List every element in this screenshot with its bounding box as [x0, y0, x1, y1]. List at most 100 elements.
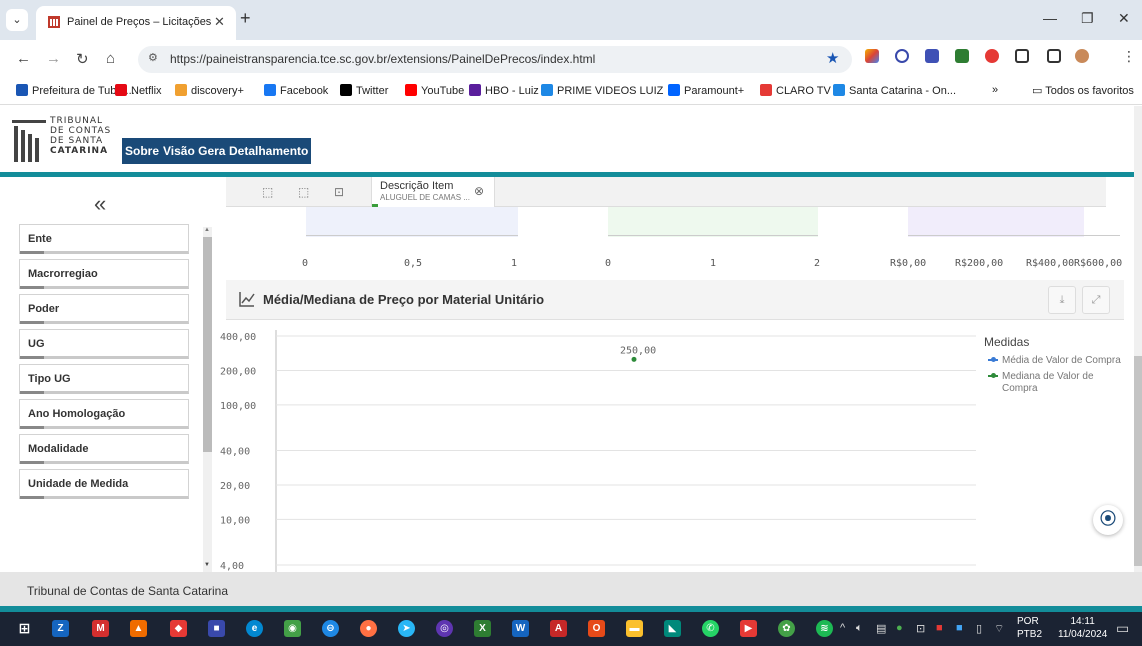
- legend-item-media[interactable]: Média de Valor de Compra: [984, 355, 1124, 367]
- download-icon[interactable]: ⤓: [1048, 286, 1076, 314]
- word-app-icon[interactable]: W: [512, 620, 529, 637]
- zoom-app-icon[interactable]: Z: [52, 620, 69, 637]
- profile-avatar-icon[interactable]: [1075, 49, 1089, 63]
- filter-tipo-ug[interactable]: Tipo UG: [19, 364, 189, 394]
- filter-ente[interactable]: Ente: [19, 224, 189, 254]
- windows-start-icon[interactable]: ⊞: [16, 620, 33, 637]
- bookmark-item[interactable]: CLARO TV: [760, 84, 831, 97]
- all-bookmarks-folder[interactable]: ▭ Todos os favoritos: [1032, 84, 1134, 97]
- app-icon[interactable]: ■: [208, 620, 225, 637]
- wifi-icon[interactable]: ⌔: [994, 622, 1004, 636]
- chart-plot[interactable]: 400,00 200,00 100,00 40,00 20,00 10,00 4,00 250…: [216, 320, 976, 572]
- extension-icon[interactable]: [865, 49, 879, 63]
- scroll-up-icon[interactable]: ▲: [204, 227, 210, 233]
- tab-visao-geral[interactable]: Visão Geral: [160, 138, 232, 164]
- app-icon[interactable]: ◣: [664, 620, 681, 637]
- chat-assistant-icon[interactable]: ⦿: [1093, 505, 1123, 535]
- extension-icon[interactable]: [955, 49, 969, 63]
- close-window-icon[interactable]: ✕: [1118, 10, 1130, 27]
- bookmark-star-icon[interactable]: ★: [826, 49, 839, 67]
- bookmark-item[interactable]: Twitter: [340, 84, 388, 97]
- app-icon[interactable]: ◆: [170, 620, 187, 637]
- chrome-app-icon[interactable]: ◉: [284, 620, 301, 637]
- tab-close-icon[interactable]: ✕: [214, 14, 225, 30]
- site-info-icon[interactable]: ⚙: [148, 51, 158, 64]
- spotify-app-icon[interactable]: ≋: [816, 620, 833, 637]
- edge-app-icon[interactable]: e: [246, 620, 263, 637]
- extension-icon[interactable]: [895, 49, 909, 63]
- expand-icon[interactable]: ⤢: [1082, 286, 1110, 314]
- extensions-puzzle-icon[interactable]: [1015, 49, 1029, 63]
- app-icon[interactable]: ⊖: [322, 620, 339, 637]
- tab-sobre[interactable]: Sobre: [122, 138, 163, 164]
- bookmark-item[interactable]: Paramount+: [668, 84, 744, 97]
- bookmark-item[interactable]: Netflix: [115, 84, 162, 97]
- telegram-app-icon[interactable]: ➤: [398, 620, 415, 637]
- input-language[interactable]: POR PTB2: [1017, 615, 1042, 641]
- bookmarks-overflow-button[interactable]: »: [992, 84, 998, 96]
- clock[interactable]: 14:11 11/04/2024: [1058, 615, 1107, 641]
- bookmark-item[interactable]: YouTube: [405, 84, 464, 97]
- tray-icon[interactable]: ⊡: [916, 622, 925, 635]
- app-icon[interactable]: ✿: [778, 620, 795, 637]
- reload-icon[interactable]: ↻: [76, 50, 89, 68]
- filter-macrorregiao[interactable]: Macrorregiao: [19, 259, 189, 289]
- main-scroll-thumb[interactable]: [1134, 356, 1142, 566]
- bookmark-item[interactable]: PRIME VIDEOS LUIZ: [541, 84, 663, 97]
- tray-icon[interactable]: ■: [956, 622, 963, 634]
- tab-detalhamento[interactable]: Detalhamento: [226, 138, 312, 164]
- bookmark-item[interactable]: Facebook: [264, 84, 328, 97]
- sidebar-scrollbar[interactable]: ▲ ▼: [203, 227, 212, 572]
- bookmark-item[interactable]: Santa Catarina - On...: [833, 84, 956, 97]
- tce-sc-logo[interactable]: TRIBUNAL DE CONTAS DE SANTA CATARINA: [12, 116, 120, 166]
- tray-icon[interactable]: ■: [936, 622, 943, 634]
- sidebar-scroll-thumb[interactable]: [203, 237, 212, 452]
- step-forward-icon[interactable]: ⬚: [298, 185, 309, 199]
- mail-app-icon[interactable]: M: [92, 620, 109, 637]
- browser-tab-active[interactable]: Painel de Preços – Licitações ✕: [36, 6, 236, 40]
- filter-ug[interactable]: UG: [19, 329, 189, 359]
- extension-icon[interactable]: [925, 49, 939, 63]
- extension-icon[interactable]: [985, 49, 999, 63]
- back-icon[interactable]: ←: [16, 50, 31, 67]
- filter-modalidade[interactable]: Modalidade: [19, 434, 189, 464]
- browser-menu-icon[interactable]: ⋮: [1122, 48, 1136, 65]
- filter-unidade-de-medida[interactable]: Unidade de Medida: [19, 469, 189, 499]
- bookmark-item[interactable]: discovery+: [175, 84, 244, 97]
- tray-icon[interactable]: ▤: [876, 622, 886, 635]
- file-explorer-icon[interactable]: ▬: [626, 620, 643, 637]
- step-back-icon[interactable]: ⬚: [262, 185, 273, 199]
- clear-selections-icon[interactable]: ⊡: [334, 185, 344, 199]
- volume-icon[interactable]: 🔈︎: [856, 622, 863, 635]
- filter-ano-homologacao[interactable]: Ano Homologação: [19, 399, 189, 429]
- firefox-app-icon[interactable]: ●: [360, 620, 377, 637]
- pdf-app-icon[interactable]: A: [550, 620, 567, 637]
- forward-icon[interactable]: →: [46, 50, 61, 67]
- tray-icon[interactable]: ●: [896, 622, 903, 634]
- legend-item-mediana[interactable]: Mediana de Valor de Compra: [984, 371, 1124, 395]
- home-icon[interactable]: ⌂: [106, 50, 115, 67]
- bookmark-item[interactable]: HBO - Luiz: [469, 84, 539, 97]
- tab-list-dropdown-icon[interactable]: ⌄: [6, 9, 28, 31]
- main-scrollbar[interactable]: [1134, 106, 1142, 572]
- url-field[interactable]: ⚙ https://paineistransparencia.tce.sc.go…: [138, 46, 852, 73]
- filter-poder[interactable]: Poder: [19, 294, 189, 324]
- office-app-icon[interactable]: O: [588, 620, 605, 637]
- youtube-app-icon[interactable]: ▶: [740, 620, 757, 637]
- restore-icon[interactable]: ❐: [1081, 10, 1094, 27]
- battery-icon[interactable]: ▯: [976, 622, 982, 635]
- tray-overflow-icon[interactable]: ^: [840, 622, 845, 634]
- data-point[interactable]: [631, 356, 637, 362]
- whatsapp-app-icon[interactable]: ✆: [702, 620, 719, 637]
- notifications-icon[interactable]: ▭: [1116, 620, 1129, 637]
- clear-selection-icon[interactable]: ⊗: [474, 184, 484, 198]
- new-tab-icon[interactable]: +: [240, 8, 251, 29]
- minimize-icon[interactable]: —: [1043, 10, 1057, 26]
- vlc-app-icon[interactable]: ▲: [130, 620, 147, 637]
- sidebar-toggle-icon[interactable]: [1047, 49, 1061, 63]
- collapse-sidebar-icon[interactable]: «: [94, 191, 106, 217]
- app-icon[interactable]: ◎: [436, 620, 453, 637]
- selection-chip[interactable]: Descrição Item ALUGUEL DE CAMAS ... ⊗: [371, 177, 495, 207]
- scroll-down-icon[interactable]: ▼: [204, 562, 210, 568]
- excel-app-icon[interactable]: X: [474, 620, 491, 637]
